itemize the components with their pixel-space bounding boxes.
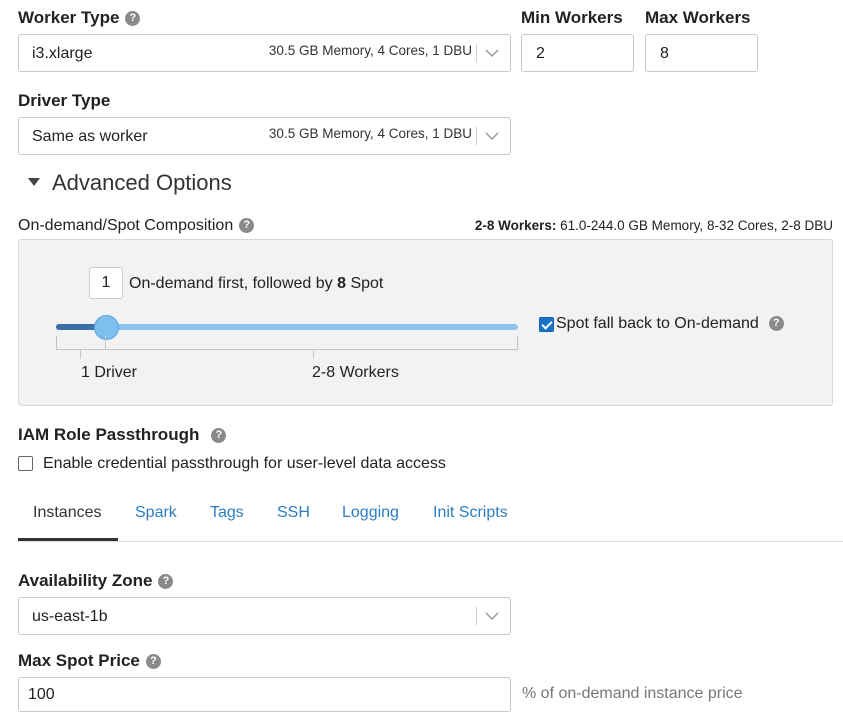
on-demand-description: On-demand first, followed by 8 Spot	[129, 275, 383, 293]
worker-type-heading: Worker Type?	[18, 8, 141, 28]
availability-zone-value: us-east-1b	[32, 608, 108, 625]
iam-label: IAM Role Passthrough	[18, 425, 200, 444]
tab-spark[interactable]: Spark	[135, 504, 177, 522]
scale-tick	[56, 336, 57, 350]
spot-fallback-checkbox[interactable]	[539, 317, 554, 332]
composition-heading: On-demand/Spot Composition?	[18, 217, 255, 235]
min-workers-input[interactable]: 2	[521, 34, 634, 72]
select-separator	[476, 607, 477, 625]
iam-heading: IAM Role Passthrough?	[18, 425, 227, 445]
worker-type-select[interactable]: i3.xlarge 30.5 GB Memory, 4 Cores, 1 DBU	[18, 34, 511, 72]
on-demand-count-input[interactable]: 1	[89, 267, 123, 299]
worker-type-label: Worker Type	[18, 8, 120, 27]
on-demand-text-pre: On-demand first, followed by	[129, 275, 338, 292]
max-spot-price-input[interactable]: 100	[18, 677, 511, 712]
slider-handle[interactable]	[94, 315, 120, 340]
scale-tick	[313, 349, 314, 359]
advanced-options-title: Advanced Options	[52, 170, 232, 195]
chevron-down-icon[interactable]	[484, 129, 500, 143]
tab-instances[interactable]: Instances	[33, 504, 101, 522]
worker-type-value: i3.xlarge	[32, 45, 93, 62]
active-tab-indicator	[18, 538, 118, 541]
chevron-down-icon[interactable]	[484, 46, 500, 60]
question-circle-icon[interactable]: ?	[211, 428, 227, 444]
min-workers-label: Min Workers	[521, 8, 623, 27]
select-separator	[476, 44, 477, 62]
question-circle-icon[interactable]: ?	[125, 11, 141, 27]
availability-zone-heading: Availability Zone?	[18, 571, 174, 591]
credential-passthrough-checkbox[interactable]	[18, 456, 33, 471]
driver-type-select[interactable]: Same as worker 30.5 GB Memory, 4 Cores, …	[18, 117, 511, 155]
max-workers-input[interactable]: 8	[645, 34, 758, 72]
spot-fallback-label[interactable]: Spot fall back to On-demand	[556, 315, 759, 332]
tab-ssh[interactable]: SSH	[277, 504, 310, 522]
driver-type-value: Same as worker	[32, 128, 148, 145]
scale-tick	[105, 336, 106, 350]
composition-summary: 2-8 Workers: 61.0-244.0 GB Memory, 8-32 …	[475, 218, 833, 233]
summary-workers: 2-8 Workers:	[474, 218, 557, 233]
worker-type-desc: 30.5 GB Memory, 4 Cores, 1 DBU	[268, 43, 472, 58]
question-circle-icon[interactable]: ?	[145, 654, 161, 670]
question-circle-icon[interactable]: ?	[158, 574, 174, 590]
question-circle-icon[interactable]: ?	[768, 316, 784, 332]
caret-down-icon	[28, 178, 40, 187]
slider-track[interactable]	[56, 324, 518, 330]
credential-passthrough-label[interactable]: Enable credential passthrough for user-l…	[43, 455, 446, 473]
max-workers-label: Max Workers	[645, 8, 751, 27]
chevron-down-icon[interactable]	[484, 609, 500, 623]
advanced-options-toggle[interactable]: Advanced Options	[28, 170, 232, 196]
spot-fallback-heading: Spot fall back to On-demand?	[556, 315, 784, 333]
scale-tick	[80, 349, 81, 359]
scale-tick	[517, 336, 518, 350]
tab-logging[interactable]: Logging	[342, 504, 399, 522]
availability-zone-select[interactable]: us-east-1b	[18, 597, 511, 635]
max-spot-price-heading: Max Spot Price?	[18, 651, 161, 671]
composition-label: On-demand/Spot Composition	[18, 217, 234, 234]
availability-zone-label: Availability Zone	[18, 571, 153, 590]
driver-type-label: Driver Type	[18, 91, 111, 110]
config-tabs: Instances Spark Tags SSH Logging Init Sc…	[18, 490, 843, 542]
tab-tags[interactable]: Tags	[210, 504, 244, 522]
on-demand-text-post: Spot	[346, 275, 384, 292]
summary-details: 61.0-244.0 GB Memory, 8-32 Cores, 2-8 DB…	[556, 218, 833, 233]
composition-panel: 1 On-demand first, followed by 8 Spot 1 …	[18, 239, 833, 406]
driver-type-desc: 30.5 GB Memory, 4 Cores, 1 DBU	[268, 126, 472, 141]
tab-init-scripts[interactable]: Init Scripts	[433, 504, 508, 522]
spot-count: 8	[337, 275, 346, 292]
question-circle-icon[interactable]: ?	[239, 218, 255, 234]
max-spot-price-suffix: % of on-demand instance price	[522, 685, 743, 702]
tick-label-driver: 1 Driver	[81, 364, 138, 381]
tick-label-workers: 2-8 Workers	[312, 364, 399, 381]
max-spot-price-label: Max Spot Price	[18, 651, 140, 670]
select-separator	[476, 127, 477, 145]
scale-baseline	[56, 349, 518, 350]
